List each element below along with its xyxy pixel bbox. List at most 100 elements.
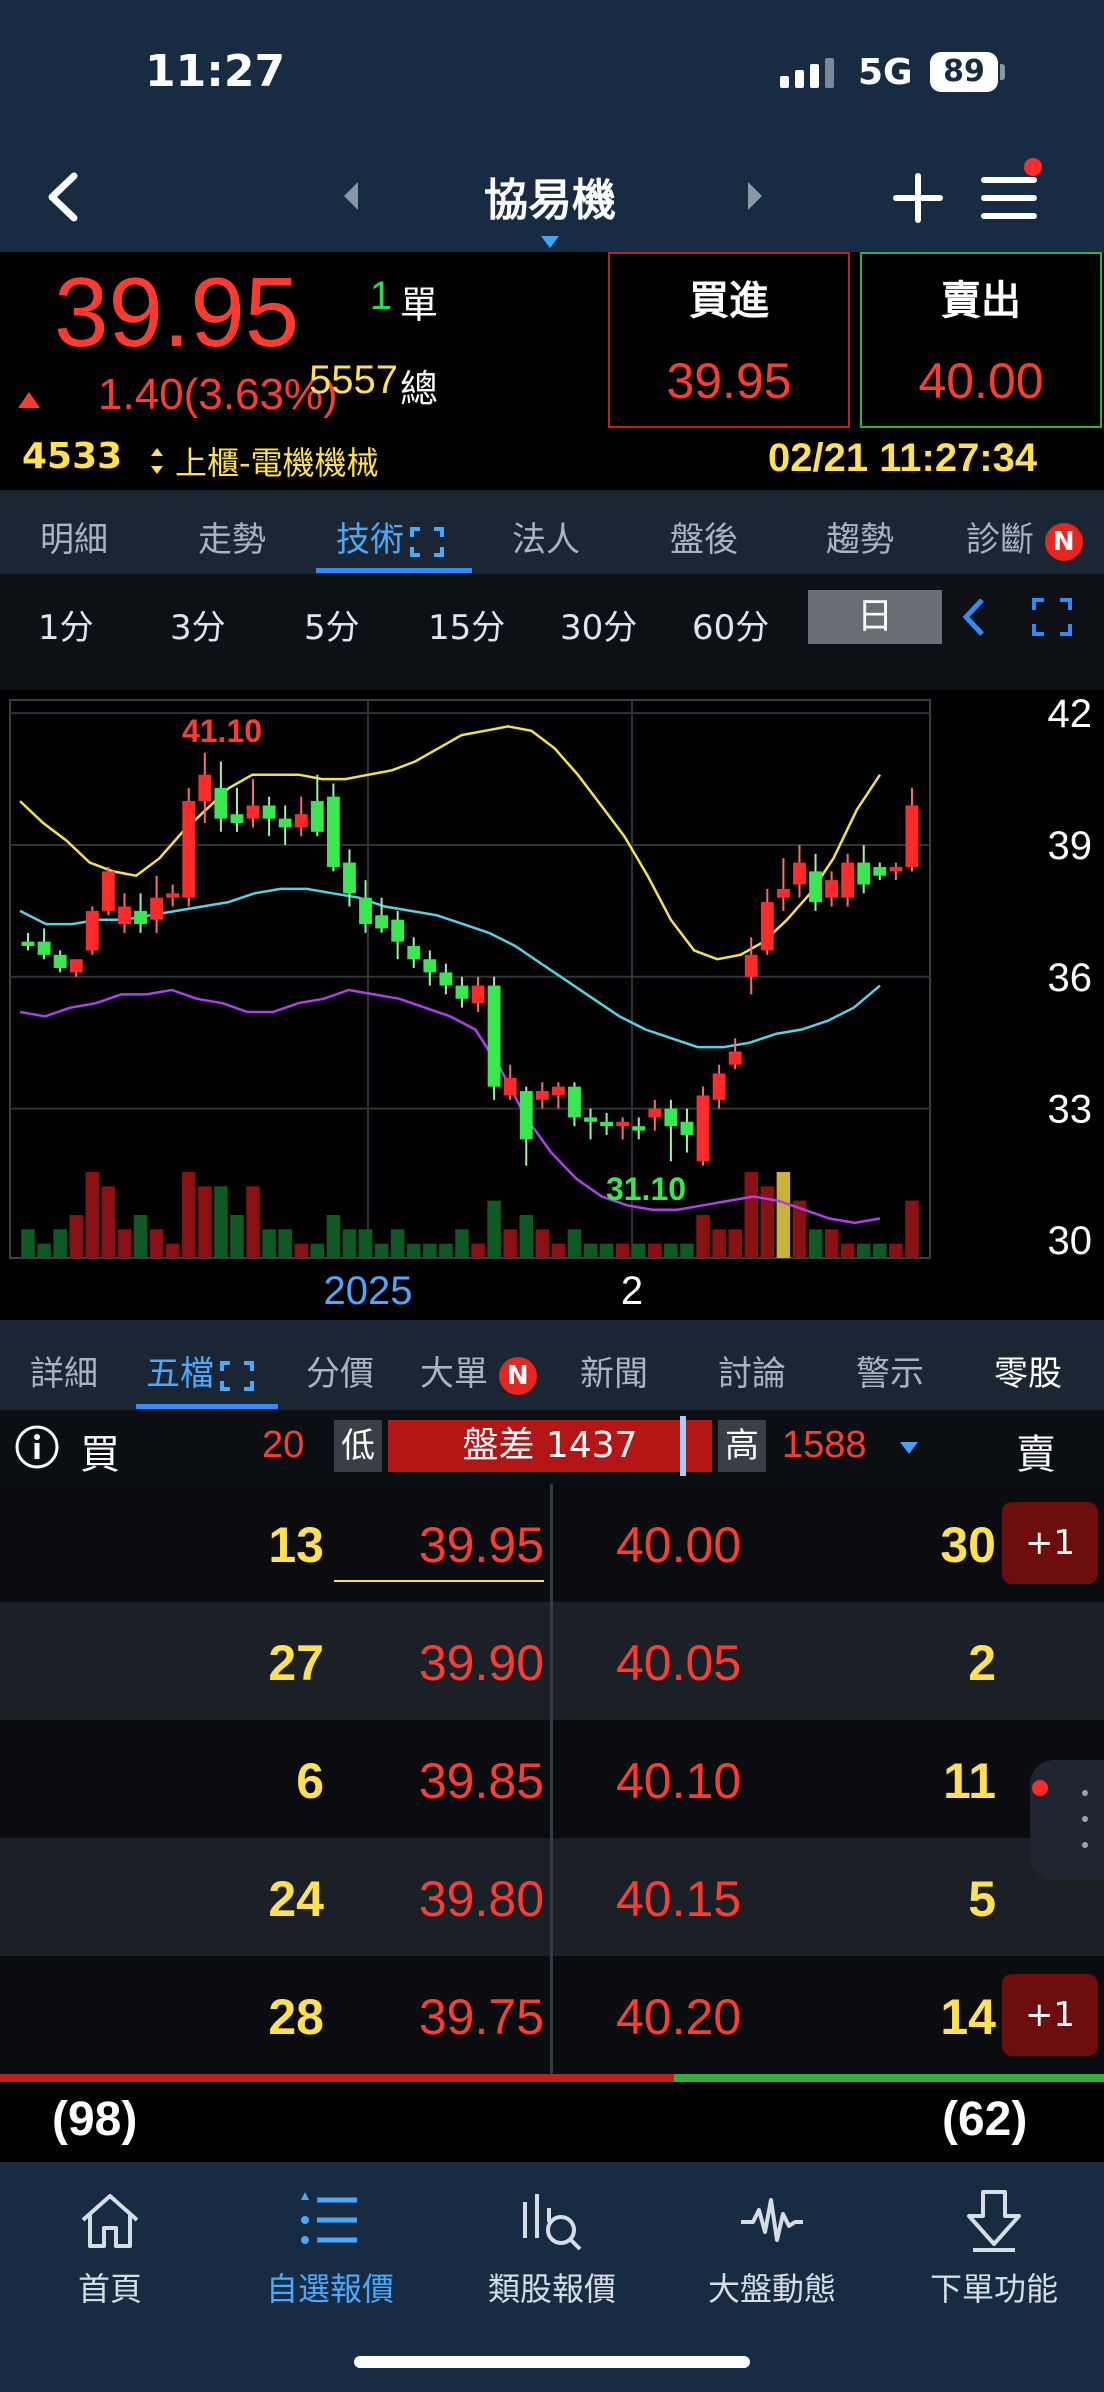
menu-icon[interactable] bbox=[978, 168, 1042, 228]
period-30min[interactable]: 30分 bbox=[560, 600, 637, 649]
nav-home[interactable]: 首頁 bbox=[20, 2188, 200, 2310]
bid-price[interactable]: 39.90 bbox=[419, 1634, 544, 1692]
subtab-price-volume[interactable]: 分價 bbox=[306, 1346, 374, 1395]
subtab-five-levels[interactable]: 五檔 bbox=[146, 1346, 254, 1395]
fullscreen-icon[interactable] bbox=[1030, 596, 1074, 638]
subtab-odd-lots[interactable]: 零股 bbox=[994, 1346, 1062, 1395]
volume-bar bbox=[712, 1229, 726, 1258]
candle-body bbox=[198, 774, 212, 802]
ask-price[interactable]: 40.05 bbox=[616, 1634, 741, 1692]
back-icon[interactable] bbox=[38, 162, 88, 232]
volume-bar bbox=[423, 1243, 437, 1258]
y-tick-label: 39 bbox=[1048, 824, 1093, 868]
ask-price[interactable]: 40.15 bbox=[616, 1870, 741, 1928]
ask-price[interactable]: 40.20 bbox=[616, 1988, 741, 2046]
total-volume-label: 總 bbox=[400, 367, 439, 411]
quote-datetime: 02/21 11:27:34 bbox=[768, 436, 1038, 480]
nav-market[interactable]: 大盤動態 bbox=[682, 2188, 862, 2310]
volume-bar bbox=[728, 1229, 742, 1258]
subtab-alerts[interactable]: 警示 bbox=[856, 1346, 924, 1395]
candle-body bbox=[294, 814, 308, 828]
expand-icon bbox=[220, 1360, 254, 1391]
chevron-left-icon[interactable] bbox=[958, 594, 988, 640]
candle-body bbox=[230, 814, 244, 824]
subtab-news[interactable]: 新聞 bbox=[580, 1346, 648, 1395]
single-volume-label: 單 bbox=[400, 283, 439, 327]
candle-body bbox=[278, 818, 292, 828]
bid-qty: 24 bbox=[268, 1871, 324, 1927]
tab-technical-label: 技術 bbox=[336, 520, 404, 560]
nav-order[interactable]: 下單功能 bbox=[904, 2188, 1084, 2310]
nav-home-label: 首頁 bbox=[77, 2270, 142, 2308]
tab-institutional[interactable]: 法人 bbox=[512, 512, 580, 561]
network-type: 5G bbox=[858, 52, 913, 93]
subtab-underline bbox=[136, 1404, 278, 1409]
volume-bar bbox=[198, 1186, 212, 1258]
nav-sector-label: 類股報價 bbox=[487, 2270, 616, 2308]
candle-body bbox=[503, 1077, 517, 1096]
tab-diagnosis-label: 診斷 bbox=[966, 520, 1034, 560]
order-summary-bar: 買 20 低 盤差 1437 高 1588 賣 bbox=[0, 1410, 1104, 1484]
spread-bar: 盤差 1437 bbox=[388, 1420, 712, 1472]
list-icon bbox=[301, 2192, 357, 2244]
period-15min[interactable]: 15分 bbox=[428, 600, 505, 649]
add-icon[interactable] bbox=[890, 170, 946, 226]
nav-sector[interactable]: 類股報價 bbox=[462, 2188, 642, 2310]
candle-body bbox=[150, 897, 164, 920]
candle-body bbox=[889, 866, 903, 872]
sub-tabs: 詳細 五檔 分價 大單 N 新聞 討論 警示 零股 bbox=[0, 1320, 1104, 1410]
updown-icon bbox=[151, 448, 163, 474]
volume-bar bbox=[840, 1243, 855, 1258]
buy-ratio-bar bbox=[0, 2074, 674, 2082]
bid-price[interactable]: 39.85 bbox=[419, 1752, 544, 1810]
sell-price: 40.00 bbox=[918, 353, 1044, 409]
period-day[interactable]: 日 bbox=[808, 590, 942, 644]
ask-qty: 30 bbox=[940, 1517, 996, 1573]
candle-body bbox=[568, 1086, 581, 1118]
sell-button[interactable]: 賣出 40.00 bbox=[860, 252, 1102, 428]
tab-trend[interactable]: 走勢 bbox=[198, 512, 266, 561]
stock-title[interactable]: 協易機 bbox=[410, 164, 690, 228]
subtab-big-orders[interactable]: 大單 N bbox=[420, 1346, 537, 1395]
info-icon[interactable] bbox=[14, 1424, 60, 1470]
period-3min[interactable]: 3分 bbox=[170, 600, 226, 649]
high-label: 高 bbox=[718, 1420, 766, 1472]
nav-watchlist[interactable]: 自選報價 bbox=[240, 2188, 420, 2310]
next-stock-icon[interactable] bbox=[740, 176, 770, 216]
ask-price[interactable]: 40.10 bbox=[616, 1752, 741, 1810]
candle-body bbox=[519, 1091, 533, 1140]
tab-outlook[interactable]: 趨勢 bbox=[826, 512, 894, 561]
volume-bar bbox=[326, 1215, 341, 1258]
side-drawer-handle[interactable] bbox=[1030, 1760, 1104, 1880]
volume-bar bbox=[374, 1243, 389, 1258]
tab-details[interactable]: 明細 bbox=[40, 512, 108, 561]
quote-panel: 39.95 1.40(3.63%) 單 1 總 5557 買進 39.95 賣出… bbox=[0, 252, 1104, 488]
period-60min[interactable]: 60分 bbox=[692, 600, 769, 649]
chevron-down-icon[interactable] bbox=[900, 1442, 918, 1454]
y-tick-label: 30 bbox=[1048, 1219, 1093, 1263]
candle-body bbox=[841, 862, 855, 898]
bid-price[interactable]: 39.95 bbox=[419, 1516, 544, 1574]
candle-body bbox=[535, 1091, 549, 1100]
ask-price[interactable]: 40.00 bbox=[616, 1516, 741, 1574]
tab-diagnosis[interactable]: 診斷 N bbox=[966, 512, 1083, 561]
tab-technical[interactable]: 技術 bbox=[336, 512, 444, 561]
subtab-discussion[interactable]: 討論 bbox=[718, 1346, 786, 1395]
period-selector: 1分 3分 5分 15分 30分 60分 日 bbox=[0, 574, 1104, 690]
tab-after-hours[interactable]: 盤後 bbox=[670, 512, 738, 561]
bid-total: (98) bbox=[52, 2093, 138, 2146]
volume-bar bbox=[53, 1229, 67, 1258]
prev-stock-icon[interactable] bbox=[336, 176, 366, 216]
bid-price[interactable]: 39.80 bbox=[419, 1870, 544, 1928]
period-1min[interactable]: 1分 bbox=[38, 600, 94, 649]
buy-button[interactable]: 買進 39.95 bbox=[608, 252, 850, 428]
subtab-detail[interactable]: 詳細 bbox=[30, 1346, 98, 1395]
tab-underline bbox=[316, 568, 472, 573]
period-5min[interactable]: 5分 bbox=[304, 600, 360, 649]
candle-body bbox=[600, 1121, 614, 1127]
y-tick-label: 36 bbox=[1048, 956, 1093, 1000]
candlestick-chart[interactable]: 42 39 36 33 30 2025 2 41.10 31.10 bbox=[0, 690, 1104, 1320]
bid-price[interactable]: 39.75 bbox=[419, 1988, 544, 2046]
candle-body bbox=[728, 1051, 742, 1065]
candle-body bbox=[359, 897, 372, 925]
